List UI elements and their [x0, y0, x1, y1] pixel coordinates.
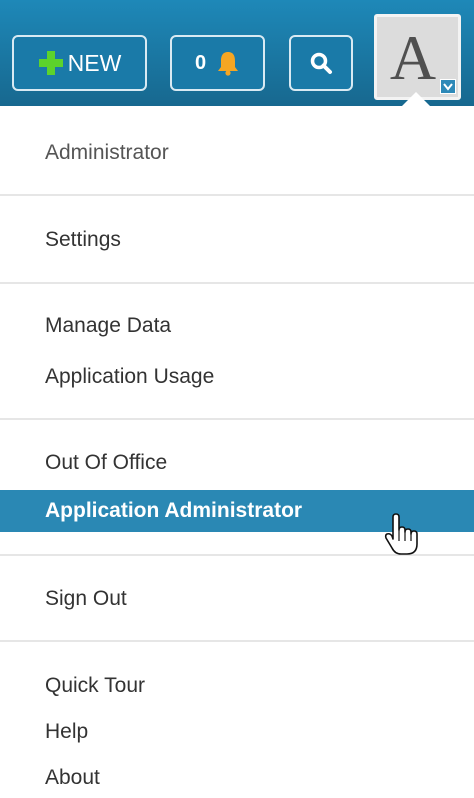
menu-user-name: Administrator [45, 141, 169, 164]
notification-count: 0 [194, 51, 207, 74]
top-bar: NEW 0 A [0, 0, 474, 106]
menu-item-help[interactable]: Help [0, 713, 474, 751]
search-button[interactable] [289, 35, 353, 91]
menu-divider [0, 418, 474, 420]
notifications-button[interactable]: 0 [170, 35, 265, 91]
menu-item-manage-data[interactable]: Manage Data [0, 307, 474, 345]
search-icon [310, 52, 332, 74]
menu-divider [0, 640, 474, 642]
menu-divider [0, 282, 474, 284]
plus-icon [38, 51, 63, 75]
menu-item-quick-tour[interactable]: Quick Tour [0, 667, 474, 705]
hand-cursor-icon [384, 513, 418, 555]
avatar-letter: A [389, 22, 437, 93]
chevron-down-icon [440, 79, 456, 94]
menu-item-about[interactable]: About [0, 759, 474, 797]
menu-item-settings[interactable]: Settings [0, 221, 474, 259]
dropdown-pointer [402, 92, 430, 106]
new-button[interactable]: NEW [12, 35, 147, 91]
new-button-label: NEW [67, 49, 122, 76]
menu-item-sign-out[interactable]: Sign Out [0, 580, 474, 618]
menu-item-application-usage[interactable]: Application Usage [0, 358, 474, 396]
user-avatar-button[interactable]: A [374, 14, 461, 100]
bell-icon [218, 52, 239, 76]
menu-item-out-of-office[interactable]: Out Of Office [0, 444, 474, 482]
menu-divider [0, 194, 474, 196]
